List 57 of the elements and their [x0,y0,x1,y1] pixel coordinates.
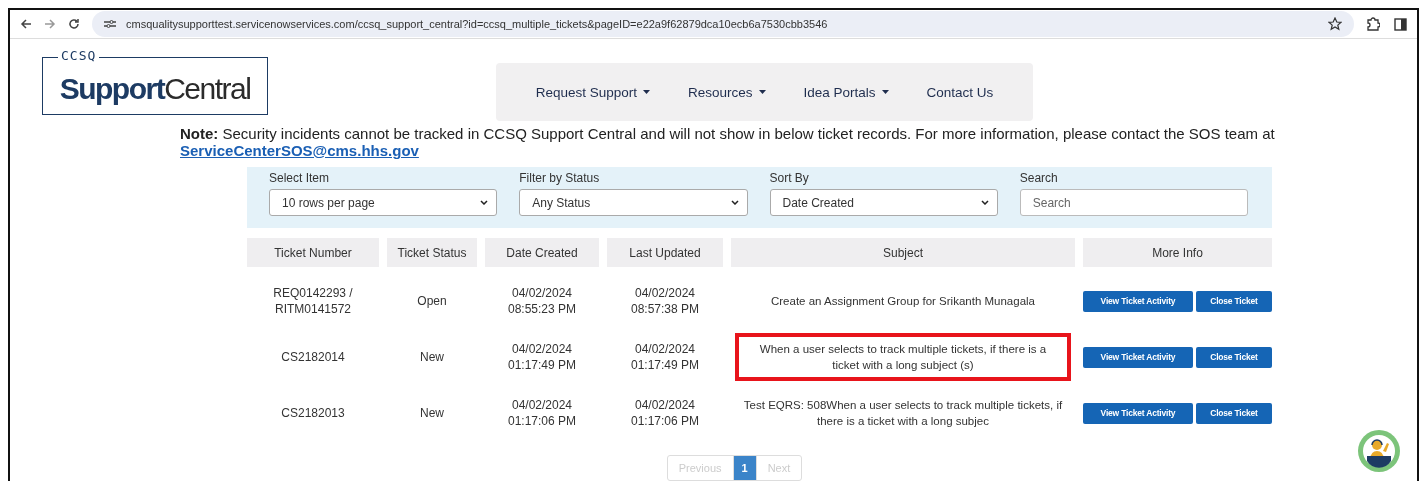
side-panel-icon[interactable] [1394,17,1407,31]
action-button[interactable]: Close Ticket [1195,402,1272,424]
ticket-number: CS2182013 [280,405,346,422]
chat-assistant-icon[interactable] [1357,429,1401,473]
ticket-status: New [419,349,445,366]
security-note: Note: Security incidents cannot be tracked in CCSQ Support Central and will not show in below ticket records. For more information, please contact the SOS team at ServiceCenterSOS@cms.hhs.gov [180,125,1276,159]
ticket-number: CS2182014 [280,349,346,366]
forward-icon[interactable] [44,18,56,30]
action-button[interactable]: View Ticket Activity [1083,290,1193,312]
column-header: Last Updated [607,238,723,267]
filter-label: Select Item [269,171,331,185]
column-header: More Info [1083,238,1272,267]
nav-link[interactable]: Resources [688,84,766,100]
action-button[interactable]: Close Ticket [1195,290,1272,312]
action-button[interactable]: View Ticket Activity [1083,402,1193,424]
ticket-subject: Create an Assignment Group for Srikanth Munagala [770,294,1036,309]
email-link[interactable]: ServiceCenterSOS@cms.hhs.gov [180,142,419,159]
ticket-status: Open [416,293,448,310]
dropdown-select[interactable]: 10 rows per page [269,189,498,216]
date-created: 04/02/2024 01:17:49 PM [506,341,577,374]
address-bar[interactable]: cmsqualitysupporttest.servicenowservices.com/ccsq_support_central?id=ccsq_multiple_tickets&pageID=e22a9f62879dca10ecb6a7530cbb3546 [92,11,1354,37]
highlighted-subject: When a user selects to track multiple tickets, if there is a ticket with a long subject (s) [735,333,1071,381]
nav-link[interactable]: Request Support [535,84,650,100]
nav-link[interactable]: Contact Us [926,84,994,100]
dropdown-select[interactable]: Any Status [519,189,748,216]
last-updated: 04/02/2024 01:17:06 PM [629,397,700,430]
filter-label: Filter by Status [519,171,601,185]
column-header: Ticket Status [387,238,477,267]
last-updated: 04/02/2024 01:17:49 PM [629,341,700,374]
ticket-number: REQ0142293 / RITM0141572 [272,285,354,318]
date-created: 04/02/2024 01:17:06 PM [506,397,577,430]
column-header: Subject [731,238,1075,267]
extensions-icon[interactable] [1366,17,1380,31]
nav-link[interactable]: Idea Portals [803,84,889,100]
date-created: 04/02/2024 08:55:23 PM [506,285,577,318]
chevron-icon [980,200,989,205]
search-field[interactable]: Search [1019,189,1248,216]
site-settings-icon[interactable] [104,19,116,29]
caret-icon [881,90,889,94]
caret-icon [643,90,650,94]
caret-icon [758,90,766,94]
ticket-status: New [419,405,445,422]
filter-label: Sort By [769,171,810,185]
last-updated: 04/02/2024 08:57:38 PM [629,285,700,318]
ticket-subject: Test EQRS: 508When a user selects to track multiple tickets, if there is a ticket with a long subjec [742,398,1064,429]
page-button[interactable]: 1 [733,456,757,480]
chevron-icon [730,200,739,205]
action-button[interactable]: Close Ticket [1195,346,1272,368]
dropdown-select[interactable]: Date Created [769,189,998,216]
back-icon[interactable] [20,18,32,30]
action-button[interactable]: View Ticket Activity [1083,346,1193,368]
star-icon[interactable] [1328,17,1342,31]
column-header: Date Created [485,238,599,267]
chevron-icon [480,200,489,205]
filter-label: Search [1019,171,1059,185]
column-header: Ticket Number [247,238,379,267]
reload-icon[interactable] [68,18,80,30]
